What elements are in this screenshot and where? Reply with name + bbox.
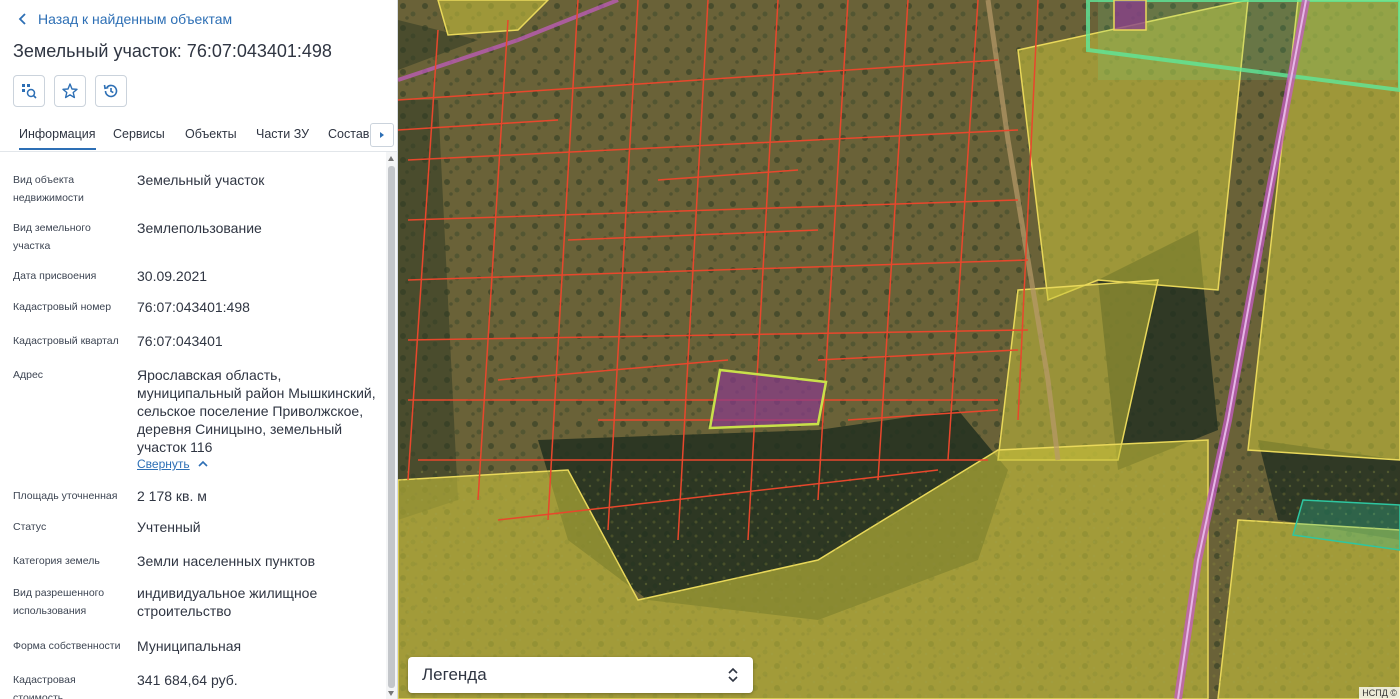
show-on-map-button[interactable] <box>13 75 45 107</box>
attribute-label: Кадастровый квартал <box>13 335 119 347</box>
attribute-label: Вид объекта недвижимости <box>13 174 84 204</box>
attribute-label: Дата присвоения <box>13 270 97 282</box>
attribute-value: 76:07:043401 <box>137 333 223 349</box>
attribute-label: Адрес <box>13 369 44 381</box>
tab-info[interactable]: Информация <box>19 127 96 150</box>
address-value: Ярославская область, муниципальный район… <box>137 367 376 455</box>
attribute-value: Землепользование <box>137 220 262 236</box>
attribute-value: Земли населенных пунктов <box>137 553 316 569</box>
map-search-icon <box>22 84 37 99</box>
attribute-label: Категория земель <box>13 555 100 567</box>
satellite-map[interactable] <box>398 0 1400 699</box>
scrollbar-thumb[interactable] <box>388 166 395 688</box>
attribute-value: Земельный участок <box>137 172 265 188</box>
tab-composition[interactable]: Состав <box>328 127 369 141</box>
attribute-label: Вид разрешенного использования <box>13 587 105 617</box>
scroll-down-arrow-icon[interactable] <box>388 691 394 696</box>
map-attribution: НСПД © <box>1359 687 1400 699</box>
scroll-up-arrow-icon[interactable] <box>388 156 394 161</box>
attributes-list: Вид объекта недвижимости Земельный участ… <box>0 152 385 699</box>
attribute-label: Форма собственности <box>13 640 121 652</box>
legend-label: Легенда <box>422 665 487 684</box>
history-button[interactable] <box>95 75 127 107</box>
tab-bar: Информация Сервисы Объекты Части ЗУ Сост… <box>0 120 397 152</box>
attribute-value: 30.09.2021 <box>137 268 208 284</box>
attribute-label: Статус <box>13 521 47 533</box>
attribute-value: индивидуальное жилищное строительство <box>137 585 318 619</box>
info-panel: Назад к найденным объектам Земельный уча… <box>0 0 398 699</box>
attribute-value: 76:07:043401:498 <box>137 299 250 315</box>
chevron-up-icon <box>198 460 208 467</box>
attribute-label: Площадь уточненная <box>13 490 118 502</box>
page-title: Земельный участок: 76:07:043401:498 <box>13 41 332 61</box>
history-icon <box>103 84 118 98</box>
attribute-label: Кадастровый номер <box>13 301 112 313</box>
attribute-label: Кадастровая стоимость <box>13 674 76 699</box>
star-icon <box>62 83 78 99</box>
expand-arrows-icon <box>728 667 738 683</box>
tabs-scroll-right-button[interactable] <box>370 123 394 147</box>
panel-scrollbar[interactable] <box>386 152 397 699</box>
back-link-label: Назад к найденным объектам <box>38 11 233 27</box>
attribute-value: 341 684,64 руб. <box>137 672 238 688</box>
purple-building <box>1113 0 1147 31</box>
attribute-label: Вид земельного участка <box>13 222 91 252</box>
back-link[interactable]: Назад к найденным объектам <box>14 8 232 30</box>
chevron-left-icon <box>18 13 26 25</box>
attribute-value: 2 178 кв. м <box>137 488 207 504</box>
map-view[interactable] <box>398 0 1400 699</box>
legend-dropdown[interactable]: Легенда <box>408 657 753 693</box>
action-buttons <box>13 75 127 107</box>
caret-right-icon <box>380 132 384 138</box>
collapse-label: Свернуть <box>137 457 190 471</box>
tab-parts[interactable]: Части ЗУ <box>256 127 309 141</box>
tab-services[interactable]: Сервисы <box>113 127 165 141</box>
favorite-button[interactable] <box>54 75 86 107</box>
tab-objects[interactable]: Объекты <box>185 127 237 141</box>
collapse-link[interactable]: Свернуть <box>137 457 210 471</box>
attribute-value: Учтенный <box>137 519 201 535</box>
attribute-value: Муниципальная <box>137 638 242 654</box>
